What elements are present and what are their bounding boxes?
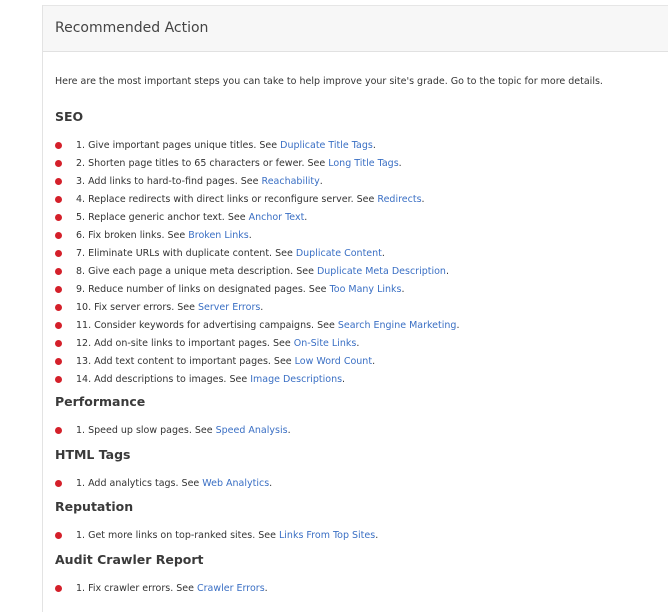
red-bullet-icon <box>55 141 62 149</box>
sentence-end: . <box>445 265 449 277</box>
recommendation-item: 1. Get more links on top-ranked sites. S… <box>55 528 378 542</box>
recommendation-item: 5. Replace generic anchor text. See Anch… <box>55 210 307 224</box>
sentence-end: . <box>356 337 360 349</box>
recommendation-item: 12. Add on-site links to important pages… <box>55 336 359 350</box>
red-bullet-icon <box>55 584 62 592</box>
red-bullet-icon <box>55 213 62 221</box>
topic-link[interactable]: Speed Analysis <box>216 425 288 436</box>
recommendation-text: 12. Add on-site links to important pages… <box>76 337 294 349</box>
recommendation-text: 14. Add descriptions to images. See <box>76 373 251 385</box>
recommendation-item: 10. Fix server errors. See Server Errors… <box>55 300 263 314</box>
recommendation-text: 1. Fix crawler errors. See <box>76 582 197 594</box>
red-bullet-icon <box>55 339 62 347</box>
sentence-end: . <box>319 175 323 187</box>
red-bullet-icon <box>55 303 62 311</box>
sentence-end: . <box>421 193 425 205</box>
recommendation-text: 7. Eliminate URLs with duplicate content… <box>76 247 296 259</box>
topic-link[interactable]: Duplicate Content <box>296 248 382 259</box>
recommendation-item: 6. Fix broken links. See Broken Links. <box>55 228 252 242</box>
recommendation-item: 4. Replace redirects with direct links o… <box>55 192 425 206</box>
red-bullet-icon <box>55 479 62 487</box>
recommendation-text: 9. Reduce number of links on designated … <box>76 283 330 295</box>
recommendation-text: 1. Give important pages unique titles. S… <box>76 139 281 151</box>
topic-link[interactable]: Redirects <box>377 194 421 205</box>
sentence-end: . <box>260 301 264 313</box>
topic-link[interactable]: Crawler Errors <box>197 583 265 594</box>
recommendation-item: 8. Give each page a unique meta descript… <box>55 264 449 278</box>
panel-title: Recommended Action <box>55 20 209 36</box>
sentence-end: . <box>456 319 460 331</box>
red-bullet-icon <box>55 285 62 293</box>
recommendation-text: 8. Give each page a unique meta descript… <box>76 265 317 277</box>
topic-link[interactable]: Search Engine Marketing <box>338 320 457 331</box>
red-bullet-icon <box>55 357 62 365</box>
red-bullet-icon <box>55 375 62 383</box>
topic-link[interactable]: Image Descriptions <box>250 374 342 385</box>
topic-link[interactable]: Duplicate Title Tags <box>280 140 373 151</box>
topic-link[interactable]: Web Analytics <box>202 478 269 489</box>
recommendation-text: 13. Add text content to important pages.… <box>76 355 295 367</box>
sentence-end: . <box>304 211 308 223</box>
recommendation-item: 2. Shorten page titles to 65 characters … <box>55 156 402 170</box>
recommendation-text: 11. Consider keywords for advertising ca… <box>76 319 338 331</box>
section-title: Reputation <box>55 499 134 514</box>
recommendation-text: 2. Shorten page titles to 65 characters … <box>76 157 329 169</box>
recommendation-item: 1. Fix crawler errors. See Crawler Error… <box>55 581 268 595</box>
sentence-end: . <box>342 373 346 385</box>
red-bullet-icon <box>55 267 62 275</box>
sentence-end: . <box>372 139 376 151</box>
topic-link[interactable]: Low Word Count <box>295 356 372 367</box>
sentence-end: . <box>398 157 402 169</box>
recommendation-text: 4. Replace redirects with direct links o… <box>76 193 378 205</box>
section-title: Audit Crawler Report <box>55 552 204 567</box>
recommendation-text: 3. Add links to hard-to-find pages. See <box>76 175 262 187</box>
recommendation-item: 14. Add descriptions to images. See Imag… <box>55 372 345 386</box>
intro-text: Here are the most important steps you ca… <box>55 76 603 87</box>
topic-link[interactable]: Duplicate Meta Description <box>317 266 446 277</box>
red-bullet-icon <box>55 426 62 434</box>
recommendation-item: 1. Give important pages unique titles. S… <box>55 138 376 152</box>
recommendation-item: 1. Add analytics tags. See Web Analytics… <box>55 476 272 490</box>
topic-link[interactable]: Too Many Links <box>330 284 402 295</box>
recommended-action-panel: Recommended Action Here are the most imp… <box>42 5 668 612</box>
sentence-end: . <box>375 529 379 541</box>
recommendation-text: 6. Fix broken links. See <box>76 229 189 241</box>
red-bullet-icon <box>55 231 62 239</box>
topic-link[interactable]: On-Site Links <box>294 338 357 349</box>
recommendation-item: 11. Consider keywords for advertising ca… <box>55 318 459 332</box>
sentence-end: . <box>372 355 376 367</box>
recommendation-item: 7. Eliminate URLs with duplicate content… <box>55 246 385 260</box>
red-bullet-icon <box>55 159 62 167</box>
red-bullet-icon <box>55 177 62 185</box>
recommendation-item: 3. Add links to hard-to-find pages. See … <box>55 174 323 188</box>
recommendation-text: 10. Fix server errors. See <box>76 301 199 313</box>
sentence-end: . <box>248 229 252 241</box>
topic-link[interactable]: Broken Links <box>188 230 248 241</box>
red-bullet-icon <box>55 195 62 203</box>
sentence-end: . <box>401 283 405 295</box>
red-bullet-icon <box>55 531 62 539</box>
recommendation-text: 1. Add analytics tags. See <box>76 477 203 489</box>
section-title: HTML Tags <box>55 447 131 462</box>
recommendation-item: 1. Speed up slow pages. See Speed Analys… <box>55 423 291 437</box>
topic-link[interactable]: Reachability <box>262 176 320 187</box>
panel-header: Recommended Action <box>43 5 668 52</box>
recommendation-item: 13. Add text content to important pages.… <box>55 354 375 368</box>
sentence-end: . <box>269 477 273 489</box>
recommendation-item: 9. Reduce number of links on designated … <box>55 282 405 296</box>
recommendation-text: 1. Get more links on top-ranked sites. S… <box>76 529 279 541</box>
topic-link[interactable]: Long Title Tags <box>328 158 398 169</box>
recommendation-text: 1. Speed up slow pages. See <box>76 424 216 436</box>
topic-link[interactable]: Links From Top Sites <box>279 530 375 541</box>
red-bullet-icon <box>55 249 62 257</box>
recommendation-text: 5. Replace generic anchor text. See <box>76 211 249 223</box>
red-bullet-icon <box>55 321 62 329</box>
section-title: SEO <box>55 109 84 124</box>
sentence-end: . <box>264 582 268 594</box>
sentence-end: . <box>381 247 385 259</box>
sentence-end: . <box>287 424 291 436</box>
topic-link[interactable]: Anchor Text <box>249 212 305 223</box>
topic-link[interactable]: Server Errors <box>198 302 260 313</box>
section-title: Performance <box>55 394 146 409</box>
